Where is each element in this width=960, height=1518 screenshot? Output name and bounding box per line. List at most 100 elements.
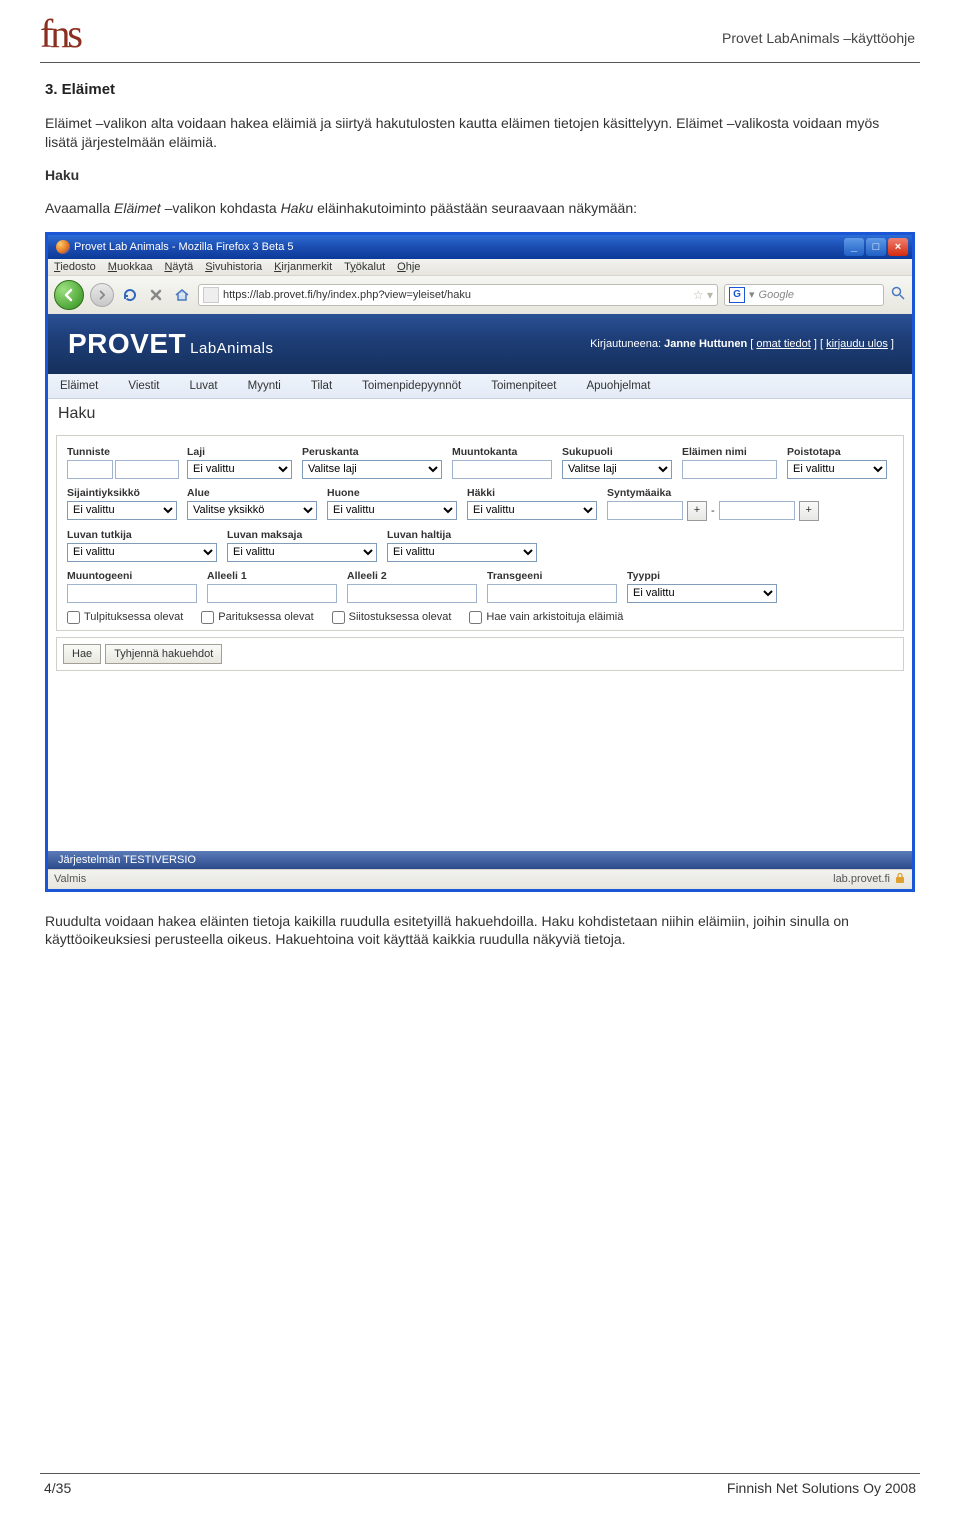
input-muuntokanta[interactable]	[452, 460, 552, 479]
select-luvan-haltija[interactable]: Ei valittu	[387, 543, 537, 562]
label-laji: Laji	[187, 446, 292, 458]
label-muuntogeeni: Muuntogeeni	[67, 570, 197, 582]
footer-page-number: 4/35	[44, 1480, 71, 1496]
app-header: PROVETLabAnimals Kirjautuneena: Janne Hu…	[48, 314, 912, 374]
chk-tulpituksessa[interactable]: Tulpituksessa olevat	[67, 611, 183, 624]
date-picker-from[interactable]: +	[687, 501, 707, 521]
nav-toimenpidepyynnot[interactable]: Toimenpidepyynnöt	[362, 380, 461, 392]
search-placeholder: Google	[759, 289, 794, 301]
browser-navbar: https://lab.provet.fi/hy/index.php?view=…	[48, 275, 912, 314]
label-muuntokanta: Muuntokanta	[452, 446, 552, 458]
select-alue[interactable]: Valitse yksikkö	[187, 501, 317, 520]
favicon-icon	[203, 287, 219, 303]
search-icon[interactable]	[890, 285, 906, 304]
home-button[interactable]	[172, 285, 192, 305]
nav-myynti[interactable]: Myynti	[248, 380, 281, 392]
label-transgeeni: Transgeeni	[487, 570, 617, 582]
screenshot-window: Provet Lab Animals - Mozilla Firefox 3 B…	[45, 232, 915, 892]
minimize-button[interactable]: _	[844, 238, 864, 256]
select-sukupuoli[interactable]: Valitse laji	[562, 460, 672, 479]
url-bar[interactable]: https://lab.provet.fi/hy/index.php?view=…	[198, 284, 718, 306]
input-elaimen-nimi[interactable]	[682, 460, 777, 479]
label-sukupuoli: Sukupuoli	[562, 446, 672, 458]
select-tyyppi[interactable]: Ei valittu	[627, 584, 777, 603]
browser-status-bar: Valmis lab.provet.fi	[48, 869, 912, 889]
label-tyyppi: Tyyppi	[627, 570, 777, 582]
forward-button[interactable]	[90, 283, 114, 307]
browser-menubar: Tiedosto Muokkaa Näytä Sivuhistoria Kirj…	[48, 259, 912, 275]
input-syntyma-from[interactable]	[607, 501, 683, 520]
label-luvan-tutkija: Luvan tutkija	[67, 529, 217, 541]
input-muuntogeeni[interactable]	[67, 584, 197, 603]
nav-elaimet[interactable]: Eläimet	[60, 380, 98, 392]
input-syntyma-to[interactable]	[719, 501, 795, 520]
menu-nayta[interactable]: Näytä	[164, 261, 193, 273]
haku-paragraph: Avaamalla Eläimet –valikon kohdasta Haku…	[45, 199, 915, 218]
menu-muokkaa[interactable]: Muokkaa	[108, 261, 153, 273]
url-text: https://lab.provet.fi/hy/index.php?view=…	[223, 289, 689, 301]
back-button[interactable]	[54, 280, 84, 310]
link-kirjaudu-ulos[interactable]: kirjaudu ulos	[826, 338, 888, 350]
select-hakki[interactable]: Ei valittu	[467, 501, 597, 520]
input-transgeeni[interactable]	[487, 584, 617, 603]
label-alleeli2: Alleeli 2	[347, 570, 477, 582]
maximize-button[interactable]: □	[866, 238, 886, 256]
label-hakki: Häkki	[467, 487, 597, 499]
nav-toimenpiteet[interactable]: Toimenpiteet	[491, 380, 556, 392]
hae-button[interactable]: Hae	[63, 644, 101, 664]
label-luvan-maksaja: Luvan maksaja	[227, 529, 377, 541]
nav-viestit[interactable]: Viestit	[128, 380, 159, 392]
select-luvan-maksaja[interactable]: Ei valittu	[227, 543, 377, 562]
google-icon: G	[729, 287, 745, 303]
select-sijaintiyksikko[interactable]: Ei valittu	[67, 501, 177, 520]
menu-sivuhistoria[interactable]: Sivuhistoria	[205, 261, 262, 273]
stop-button[interactable]	[146, 285, 166, 305]
haku-heading: Haku	[45, 166, 915, 185]
input-tunniste-2[interactable]	[115, 460, 179, 479]
select-laji[interactable]: Ei valittu	[187, 460, 292, 479]
close-button[interactable]: ×	[888, 238, 908, 256]
label-elaimen-nimi: Eläimen nimi	[682, 446, 777, 458]
label-syntymaaika: Syntymäaika	[607, 487, 893, 499]
label-peruskanta: Peruskanta	[302, 446, 442, 458]
nav-apuohjelmat[interactable]: Apuohjelmat	[586, 380, 650, 392]
chk-parituksessa[interactable]: Parituksessa olevat	[201, 611, 313, 624]
label-huone: Huone	[327, 487, 457, 499]
input-tunniste-1[interactable]	[67, 460, 113, 479]
label-alleeli1: Alleeli 1	[207, 570, 337, 582]
select-poistotapa[interactable]: Ei valittu	[787, 460, 887, 479]
reload-button[interactable]	[120, 285, 140, 305]
tyhjenna-button[interactable]: Tyhjennä hakuehdot	[105, 644, 222, 664]
nav-tilat[interactable]: Tilat	[311, 380, 332, 392]
search-box[interactable]: G ▾ Google	[724, 284, 884, 306]
app-logo: PROVETLabAnimals	[68, 328, 274, 360]
label-tunniste: Tunniste	[67, 446, 177, 458]
app-footer-bar: Järjestelmän TESTIVERSIO	[48, 851, 912, 869]
label-sijaintiyksikko: Sijaintiyksikkö	[67, 487, 177, 499]
link-omat-tiedot[interactable]: omat tiedot	[756, 338, 810, 350]
input-alleeli2[interactable]	[347, 584, 477, 603]
outro-paragraph: Ruudulta voidaan hakea eläinten tietoja …	[45, 912, 915, 950]
input-alleeli1[interactable]	[207, 584, 337, 603]
page-logo: fns	[40, 11, 80, 56]
menu-ohje[interactable]: Ohje	[397, 261, 420, 273]
app-nav: Eläimet Viestit Luvat Myynti Tilat Toime…	[48, 374, 912, 399]
search-form-panel: Tunniste Laji Ei valittu Peruskanta Vali…	[56, 435, 904, 631]
login-info: Kirjautuneena: Janne Huttunen [ omat tie…	[590, 338, 894, 350]
select-luvan-tutkija[interactable]: Ei valittu	[67, 543, 217, 562]
select-huone[interactable]: Ei valittu	[327, 501, 457, 520]
app-page-title: Haku	[48, 399, 912, 429]
menu-tyokalut[interactable]: Työkalut	[344, 261, 385, 273]
bookmark-star-icon[interactable]: ☆ ▾	[693, 288, 713, 302]
chk-siitostuksessa[interactable]: Siitostuksessa olevat	[332, 611, 452, 624]
date-picker-to[interactable]: +	[799, 501, 819, 521]
label-alue: Alue	[187, 487, 317, 499]
menu-kirjanmerkit[interactable]: Kirjanmerkit	[274, 261, 332, 273]
chk-arkistoituja[interactable]: Hae vain arkistoituja eläimiä	[469, 611, 623, 624]
footer-copyright: Finnish Net Solutions Oy 2008	[727, 1480, 916, 1496]
select-peruskanta[interactable]: Valitse laji	[302, 460, 442, 479]
menu-tiedosto[interactable]: Tiedosto	[54, 261, 96, 273]
status-left: Valmis	[54, 873, 86, 885]
lock-icon	[894, 872, 906, 887]
nav-luvat[interactable]: Luvat	[189, 380, 217, 392]
